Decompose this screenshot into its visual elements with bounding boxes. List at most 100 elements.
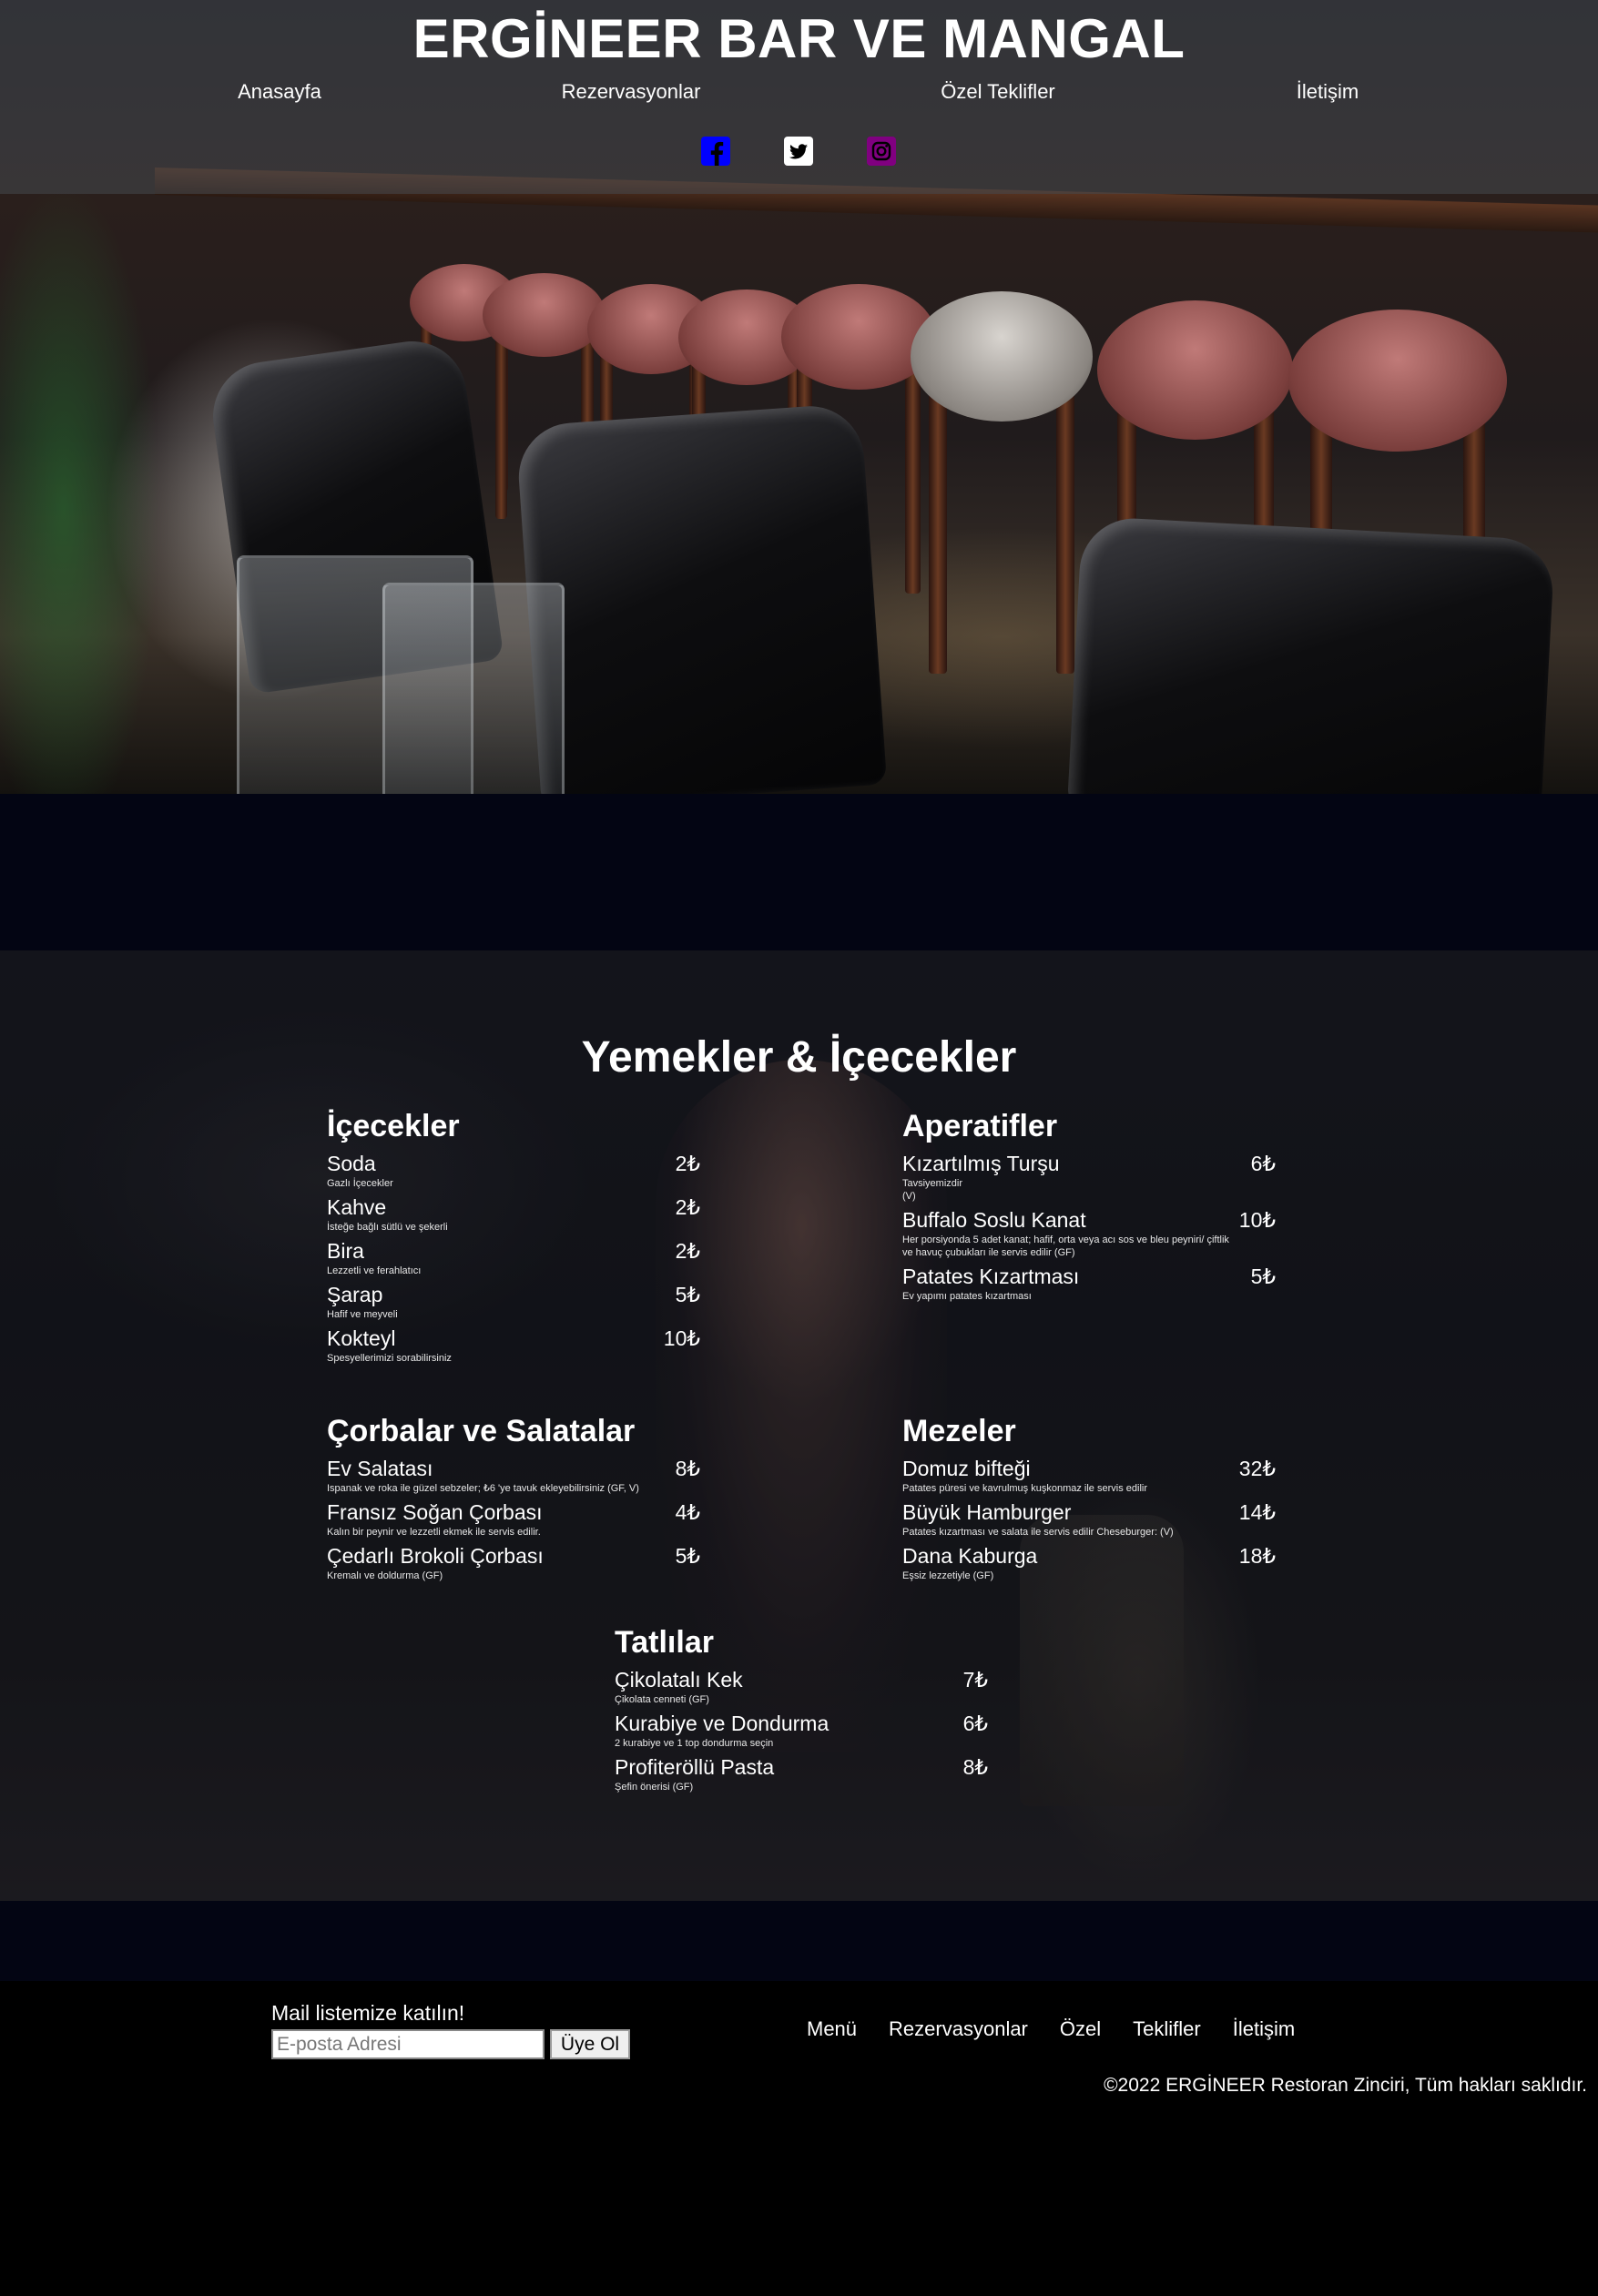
- footer-link-menu[interactable]: Menü: [807, 2017, 857, 2045]
- item-price: 7₺: [962, 1668, 988, 1692]
- signup-button[interactable]: Üye Ol: [550, 2029, 630, 2059]
- item-name: Dana Kaburga: [902, 1544, 1038, 1568]
- item-price: 6₺: [962, 1712, 988, 1735]
- menu-item: Bira 2₺ Lezzetli ve ferahlatıcı: [327, 1237, 700, 1277]
- item-description: Kalın bir peynir ve lezzetli ekmek ile s…: [327, 1527, 541, 1538]
- menu-item: Buffalo Soslu Kanat 10₺ Her porsiyonda 5 a…: [902, 1206, 1276, 1259]
- nav-home[interactable]: Anasayfa: [238, 80, 321, 104]
- item-name: Profiteröllü Pasta: [615, 1755, 775, 1779]
- menu-item: Fransız Soğan Çorbası 4₺ Kalın bir peynir …: [327, 1498, 700, 1539]
- instagram-icon[interactable]: [867, 137, 896, 166]
- item-name: Buffalo Soslu Kanat: [902, 1208, 1086, 1232]
- menu-category-appetizers: Aperatifler Kızartılmış Turşu 6₺ Tavsiyemi…: [902, 1108, 1276, 1306]
- item-name: Çedarlı Brokoli Çorbası: [327, 1544, 544, 1568]
- item-price: 10₺: [663, 1326, 700, 1350]
- item-name: Soda: [327, 1152, 376, 1175]
- item-description: Spesyellerimizi sorabilirsiniz: [327, 1353, 452, 1364]
- item-price: 2₺: [675, 1152, 700, 1175]
- nav-reservations[interactable]: Rezervasyonlar: [562, 80, 701, 104]
- item-description: Ispanak ve roka ile güzel sebzeler; ₺6 '…: [327, 1483, 639, 1494]
- glass: [382, 583, 565, 794]
- footer-link-offers[interactable]: Teklifler: [1133, 2017, 1201, 2045]
- section-spacer: [0, 1901, 1598, 1981]
- item-name: Kurabiye ve Dondurma: [615, 1712, 830, 1735]
- item-name: Kokteyl: [327, 1326, 396, 1350]
- menu-item: Soda 2₺ Gazlı İçecekler: [327, 1150, 700, 1190]
- item-price: 4₺: [675, 1500, 700, 1524]
- menu-category-drinks: İçecekler Soda 2₺ Gazlı İçecekler Kahve 2₺ İ…: [327, 1108, 700, 1368]
- chair: [1066, 515, 1556, 794]
- item-description: Gazlı İçecekler: [327, 1178, 393, 1189]
- item-price: 5₺: [1250, 1265, 1276, 1288]
- item-price: 18₺: [1238, 1544, 1276, 1568]
- menu-category-mains: Mezeler Domuz bifteği 32₺ Patates püresi v…: [902, 1413, 1276, 1586]
- item-name: Kahve: [327, 1195, 387, 1219]
- site-title: ERGİNEER BAR VE MANGAL: [412, 8, 1186, 69]
- section-spacer: [0, 794, 1598, 950]
- item-description: Çikolata cenneti (GF): [615, 1694, 709, 1705]
- item-price: 14₺: [1238, 1500, 1276, 1524]
- menu-item: Profiteröllü Pasta 8₺ Şefin önerisi (GF): [615, 1753, 988, 1793]
- item-description: Tavsiyemizdir (V): [902, 1178, 963, 1202]
- item-price: 5₺: [675, 1544, 700, 1568]
- item-price: 10₺: [1238, 1208, 1276, 1232]
- menu-item: Domuz bifteği 32₺ Patates püresi ve kavrul…: [902, 1455, 1276, 1495]
- category-title: İçecekler: [327, 1109, 460, 1143]
- item-description: Kremalı ve doldurma (GF): [327, 1570, 443, 1581]
- category-title: Aperatifler: [902, 1109, 1058, 1143]
- newsletter-label: Mail listemize katılın!: [271, 2001, 465, 2025]
- footer: Mail listemize katılın! Üye Ol Menü Reze…: [0, 1981, 1598, 2296]
- chair: [514, 402, 888, 794]
- menu-item: Kahve 2₺ İsteğe bağlı sütlü ve şekerli: [327, 1194, 700, 1234]
- item-description: Her porsiyonda 5 adet kanat; hafif, orta…: [902, 1234, 1229, 1258]
- item-name: Patates Kızartması: [902, 1265, 1080, 1288]
- menu-category-desserts: Tatlılar Çikolatalı Kek 7₺ Çikolata cennet…: [615, 1624, 988, 1797]
- footer-nav: Menü Rezervasyonlar Özel Teklifler İleti…: [807, 2017, 1295, 2045]
- item-name: Büyük Hamburger: [902, 1500, 1072, 1524]
- item-description: Patates kızartması ve salata ile servis …: [902, 1527, 1174, 1538]
- menu-category-soups-salads: Çorbalar ve Salatalar Ev Salatası 8₺ Ispan…: [327, 1413, 700, 1586]
- menu-item: Büyük Hamburger 14₺ Patates kızartması ve …: [902, 1498, 1276, 1539]
- menu-item: Patates Kızartması 5₺ Ev yapımı patates kı…: [902, 1263, 1276, 1303]
- nav-contact[interactable]: İletişim: [1297, 80, 1359, 104]
- menu-title: Yemekler & İçecekler: [581, 1033, 1017, 1082]
- item-description: Şefin önerisi (GF): [615, 1782, 694, 1793]
- item-name: Domuz bifteği: [902, 1457, 1031, 1480]
- footer-link-contact[interactable]: İletişim: [1233, 2017, 1295, 2045]
- item-price: 32₺: [1238, 1457, 1276, 1480]
- footer-link-special[interactable]: Özel: [1060, 2017, 1101, 2045]
- item-name: Şarap: [327, 1283, 383, 1306]
- item-price: 8₺: [675, 1457, 700, 1480]
- item-price: 2₺: [675, 1195, 700, 1219]
- menu-item: Şarap 5₺ Hafif ve meyveli: [327, 1281, 700, 1321]
- menu-section: Yemekler & İçecekler İçecekler Soda 2₺ Gaz…: [0, 950, 1598, 1901]
- item-description: 2 kurabiye ve 1 top dondurma seçin: [615, 1738, 774, 1749]
- hero-section: ERGİNEER BAR VE MANGAL Anasayfa Rezervas…: [0, 0, 1598, 794]
- item-description: Lezzetli ve ferahlatıcı: [327, 1265, 422, 1276]
- email-field[interactable]: [271, 2029, 545, 2059]
- category-title: Tatlılar: [615, 1625, 714, 1660]
- category-title: Mezeler: [902, 1414, 1016, 1448]
- menu-item: Kızartılmış Turşu 6₺ Tavsiyemizdir (V): [902, 1150, 1276, 1203]
- facebook-icon[interactable]: [701, 137, 730, 166]
- item-price: 2₺: [675, 1239, 700, 1263]
- menu-item: Çedarlı Brokoli Çorbası 5₺ Kremalı ve dold…: [327, 1542, 700, 1582]
- item-price: 8₺: [962, 1755, 988, 1779]
- menu-item: Kurabiye ve Dondurma 6₺ 2 kurabiye ve 1 to…: [615, 1710, 988, 1750]
- menu-item: Çikolatalı Kek 7₺ Çikolata cenneti (GF): [615, 1666, 988, 1706]
- footer-link-reservations[interactable]: Rezervasyonlar: [889, 2017, 1028, 2045]
- menu-item: Kokteyl 10₺ Spesyellerimizi sorabilirsiniz: [327, 1325, 700, 1365]
- twitter-icon[interactable]: [784, 137, 813, 166]
- item-price: 5₺: [675, 1283, 700, 1306]
- copyright-text: ©2022 ERGİNEER Restoran Zinciri, Tüm hak…: [1104, 2075, 1587, 2096]
- item-name: Ev Salatası: [327, 1457, 433, 1480]
- main-nav: Anasayfa Rezervasyonlar Özel Teklifler İ…: [0, 80, 1598, 107]
- item-name: Çikolatalı Kek: [615, 1668, 743, 1692]
- item-name: Fransız Soğan Çorbası: [327, 1500, 543, 1524]
- bar-stool: [911, 291, 1093, 674]
- item-description: Hafif ve meyveli: [327, 1309, 398, 1320]
- item-description: İsteğe bağlı sütlü ve şekerli: [327, 1222, 448, 1233]
- item-description: Eşsiz lezzetiyle (GF): [902, 1570, 994, 1581]
- item-price: 6₺: [1250, 1152, 1276, 1175]
- nav-special-offers[interactable]: Özel Teklifler: [941, 80, 1055, 104]
